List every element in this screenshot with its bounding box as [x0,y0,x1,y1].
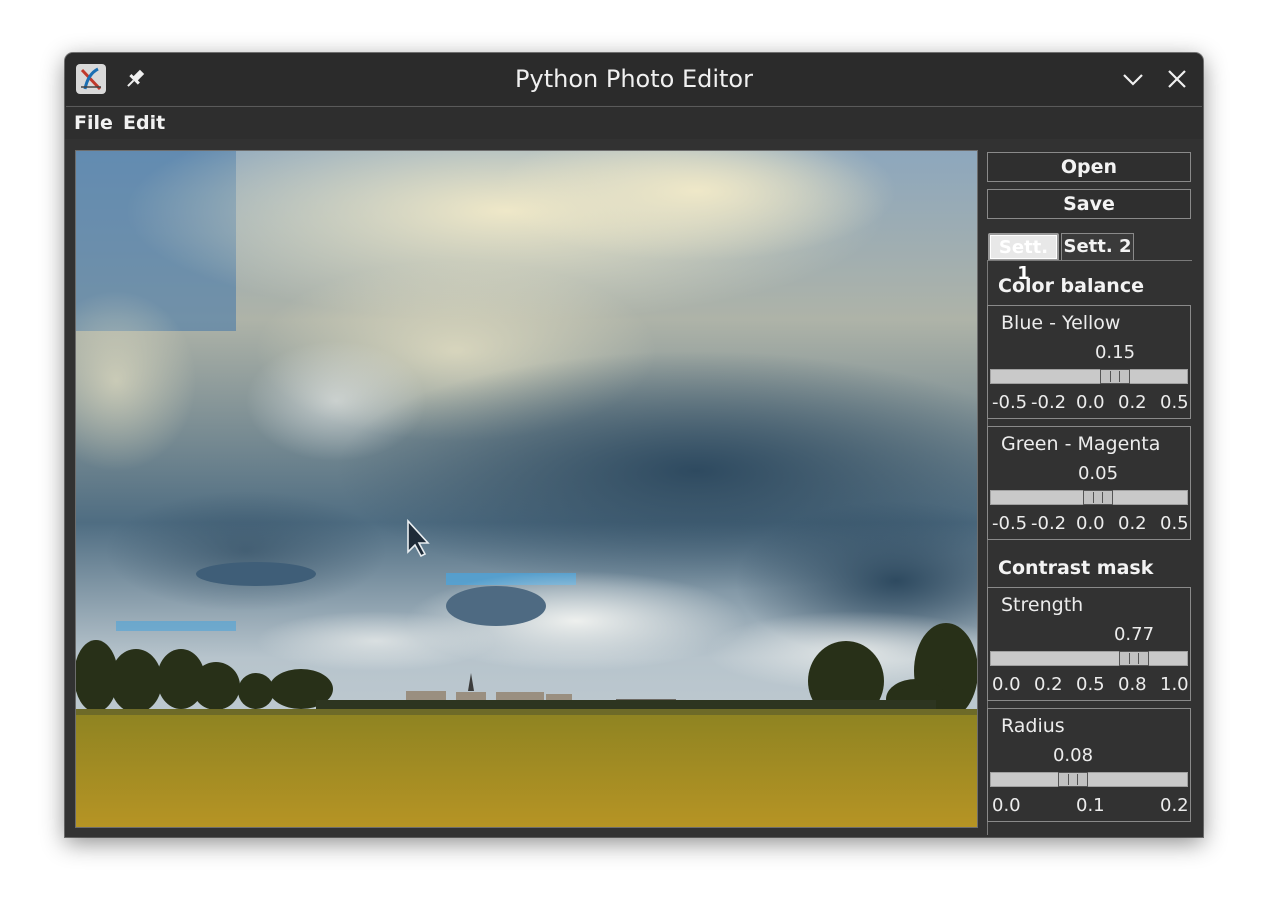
green-magenta-slider[interactable] [990,490,1188,505]
tick-label: 0.8 [1118,674,1147,695]
tick-label: 0.5 [1076,674,1105,695]
window-title: Python Photo Editor [515,65,753,93]
contrast-mask-heading: Contrast mask [998,557,1154,579]
strength-slider-group: Strength 0.77 0.0 0.2 0.5 0.8 1.0 [987,587,1191,701]
tab-sett-1[interactable]: Sett. 1 [988,233,1059,284]
tick-label: 0.0 [1076,513,1105,534]
tick-label: 0.2 [1160,795,1189,816]
tick-label: 0.2 [1118,513,1147,534]
green-magenta-slider-group: Green - Magenta 0.05 -0.5 -0.2 0.0 0.2 0… [987,426,1191,540]
slider-ticks: -0.5 -0.2 0.0 0.2 0.5 [988,392,1190,414]
color-balance-heading: Color balance [998,275,1144,297]
tick-label: 0.2 [1118,392,1147,413]
tick-label: 0.5 [1160,513,1189,534]
tick-label: 0.5 [1160,392,1189,413]
app-window: Python Photo Editor File Edit Open Save … [65,53,1203,837]
chevron-down-icon[interactable] [1120,66,1146,92]
settings-sidebar: Open Save Sett. 1 Sett. 2 Color balance … [987,152,1193,835]
tick-label: -0.5 [992,513,1028,534]
slider-handle[interactable] [1119,651,1149,666]
slider-ticks: -0.5 -0.2 0.0 0.2 0.5 [988,513,1190,535]
slider-label: Radius [1001,715,1065,737]
menu-bar: File Edit [66,106,1202,140]
strength-slider[interactable] [990,651,1188,666]
tick-label: 1.0 [1160,674,1189,695]
radius-slider-group: Radius 0.08 0.0 0.1 0.2 [987,708,1191,822]
tick-label: -0.2 [1031,392,1067,413]
tick-label: 0.0 [992,674,1021,695]
photo-canvas[interactable] [75,150,978,828]
main-content: Open Save Sett. 1 Sett. 2 Color balance … [65,139,1203,837]
slider-handle[interactable] [1058,772,1088,787]
slider-value: 0.05 [1077,463,1119,484]
blue-yellow-slider-group: Blue - Yellow 0.15 -0.5 -0.2 0.0 0.2 0.5 [987,305,1191,419]
slider-value: 0.77 [1113,624,1155,645]
menu-edit[interactable]: Edit [123,107,165,139]
menu-file[interactable]: File [74,107,113,139]
slider-ticks: 0.0 0.1 0.2 [988,795,1190,817]
slider-value: 0.15 [1094,342,1136,363]
slider-value: 0.08 [1052,745,1094,766]
blue-yellow-slider[interactable] [990,369,1188,384]
slider-handle[interactable] [1100,369,1130,384]
tab-sett-2[interactable]: Sett. 2 [1061,233,1134,261]
slider-label: Green - Magenta [1001,433,1161,455]
open-button[interactable]: Open [987,152,1191,182]
tick-label: 0.1 [1076,795,1105,816]
slider-label: Blue - Yellow [1001,312,1121,334]
title-bar[interactable]: Python Photo Editor [65,53,1203,105]
slider-handle[interactable] [1083,490,1113,505]
tick-label: -0.5 [992,392,1028,413]
tick-label: 0.0 [992,795,1021,816]
slider-ticks: 0.0 0.2 0.5 0.8 1.0 [988,674,1190,696]
close-icon[interactable] [1164,66,1190,92]
radius-slider[interactable] [990,772,1188,787]
slider-label: Strength [1001,594,1084,616]
tick-label: -0.2 [1031,513,1067,534]
tick-label: 0.0 [1076,392,1105,413]
tick-label: 0.2 [1034,674,1063,695]
save-button[interactable]: Save [987,189,1191,219]
